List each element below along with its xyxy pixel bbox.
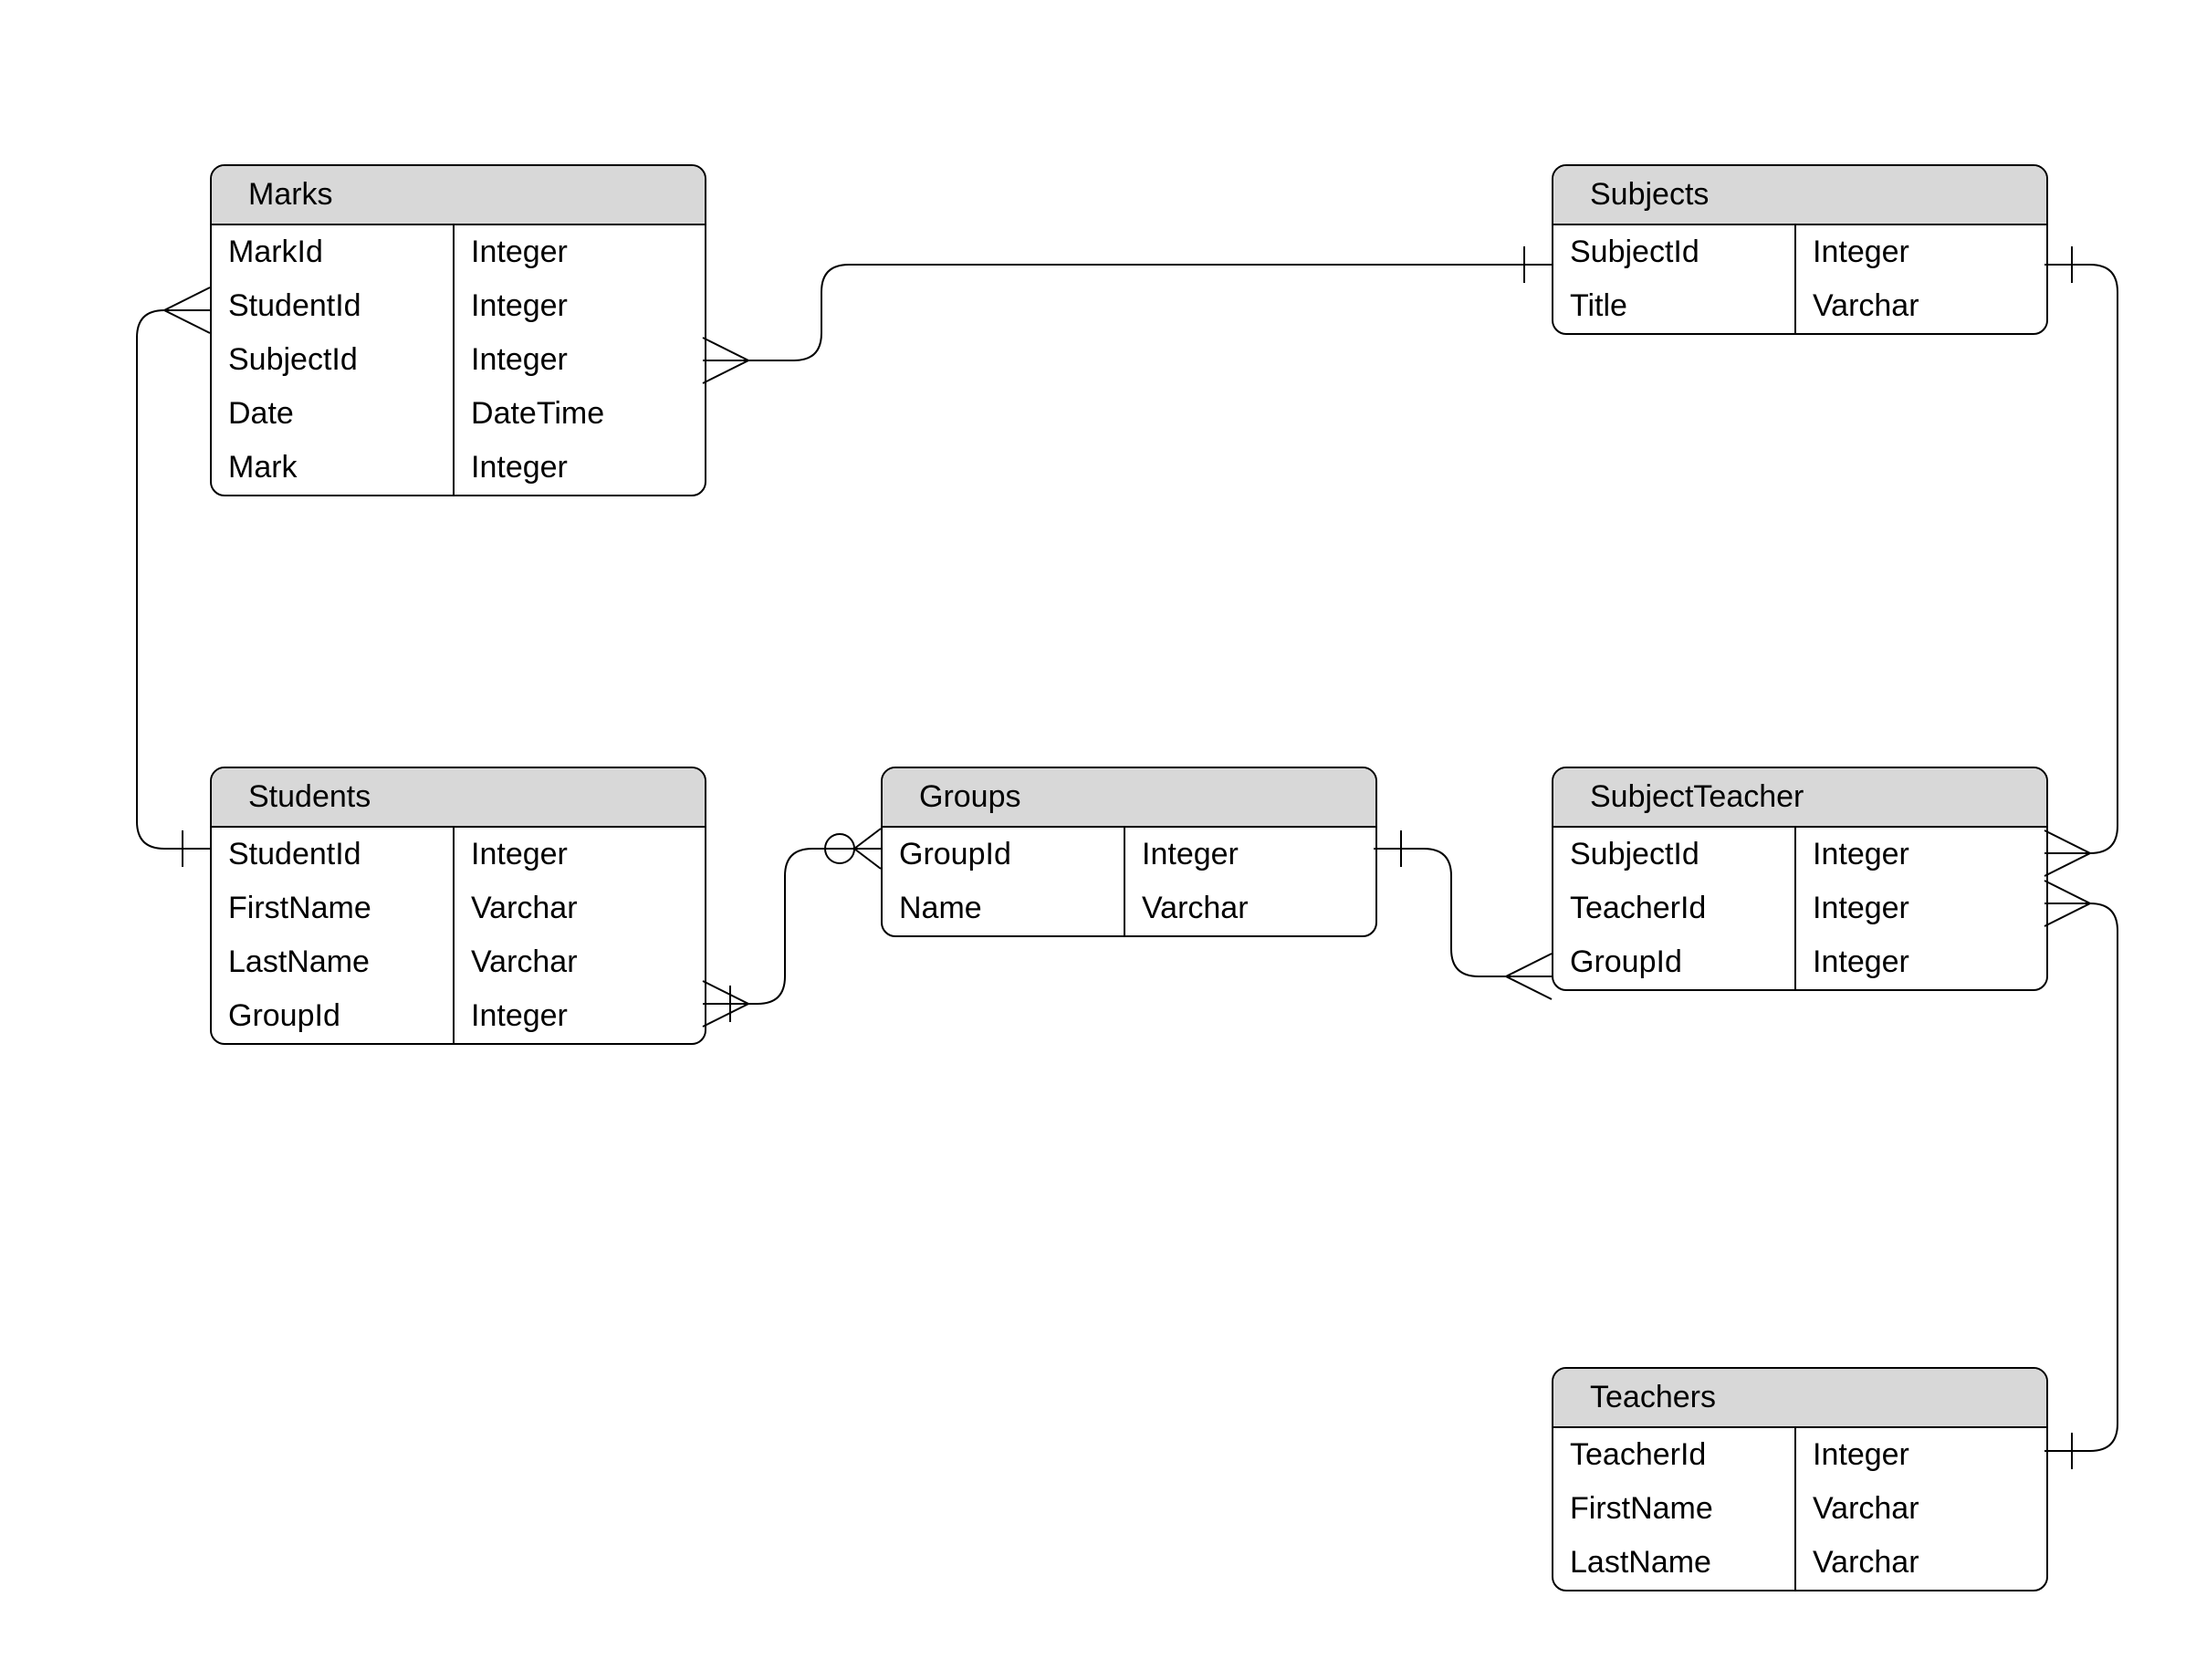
col-name: StudentId xyxy=(212,279,453,333)
col-type: Varchar xyxy=(1125,882,1375,935)
col-type: Integer xyxy=(1796,225,2046,279)
col-name: TeacherId xyxy=(1553,1428,1794,1482)
col-name: GroupId xyxy=(212,989,453,1043)
col-type: Varchar xyxy=(1796,1482,2046,1536)
col-name: MarkId xyxy=(212,225,453,279)
entity-marks: Marks MarkId StudentId SubjectId Date Ma… xyxy=(210,164,706,496)
entity-students: Students StudentId FirstName LastName Gr… xyxy=(210,767,706,1045)
entity-groups: Groups GroupId Name Integer Varchar xyxy=(881,767,1377,937)
entity-title: Teachers xyxy=(1553,1369,2046,1428)
col-type: Integer xyxy=(455,828,705,882)
col-name: SubjectId xyxy=(1553,225,1794,279)
col-name: GroupId xyxy=(1553,935,1794,989)
col-name: Date xyxy=(212,387,453,441)
col-name: FirstName xyxy=(1553,1482,1794,1536)
entity-title: Students xyxy=(212,768,705,828)
col-type: Integer xyxy=(1796,1428,2046,1482)
entity-subjectteacher: SubjectTeacher SubjectId TeacherId Group… xyxy=(1552,767,2048,991)
col-type: Integer xyxy=(455,441,705,495)
col-name: SubjectId xyxy=(1553,828,1794,882)
entity-subjects: Subjects SubjectId Title Integer Varchar xyxy=(1552,164,2048,335)
col-type: Varchar xyxy=(455,935,705,989)
col-type: Integer xyxy=(1796,828,2046,882)
entity-teachers: Teachers TeacherId FirstName LastName In… xyxy=(1552,1367,2048,1591)
col-type: Integer xyxy=(1796,935,2046,989)
col-name: Mark xyxy=(212,441,453,495)
col-name: Name xyxy=(883,882,1124,935)
col-type: DateTime xyxy=(455,387,705,441)
col-type: Varchar xyxy=(1796,1536,2046,1590)
col-type: Varchar xyxy=(1796,279,2046,333)
entity-title: Marks xyxy=(212,166,705,225)
entity-title: SubjectTeacher xyxy=(1553,768,2046,828)
col-type: Integer xyxy=(455,225,705,279)
col-type: Integer xyxy=(455,989,705,1043)
col-type: Integer xyxy=(455,333,705,387)
col-type: Integer xyxy=(455,279,705,333)
col-type: Integer xyxy=(1125,828,1375,882)
col-name: FirstName xyxy=(212,882,453,935)
entity-title: Groups xyxy=(883,768,1375,828)
col-name: LastName xyxy=(212,935,453,989)
col-name: Title xyxy=(1553,279,1794,333)
col-type: Varchar xyxy=(455,882,705,935)
col-name: LastName xyxy=(1553,1536,1794,1590)
col-name: StudentId xyxy=(212,828,453,882)
entity-title: Subjects xyxy=(1553,166,2046,225)
col-name: TeacherId xyxy=(1553,882,1794,935)
col-name: GroupId xyxy=(883,828,1124,882)
col-type: Integer xyxy=(1796,882,2046,935)
col-name: SubjectId xyxy=(212,333,453,387)
